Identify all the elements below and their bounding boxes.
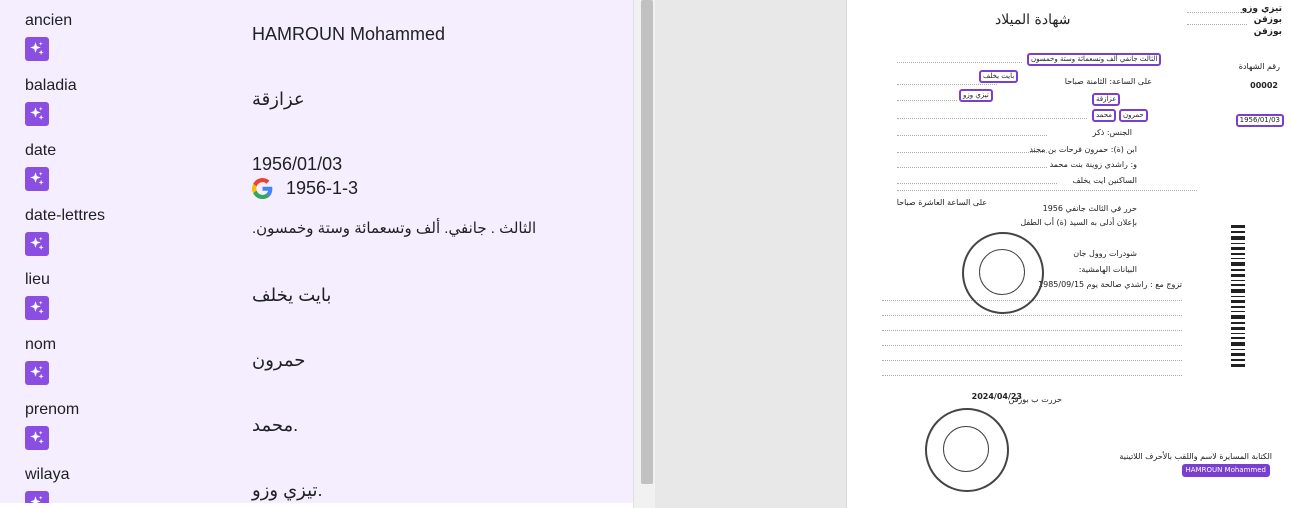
sparkle-button[interactable] (25, 296, 49, 320)
doc-sexe: الجنس: ذكر (1092, 128, 1132, 137)
doc-highlight-baladia: عزازقة (1092, 93, 1121, 106)
field-row-nom: nom حمرون (0, 328, 633, 392)
doc-residence: الساكنين ايت يخلف (1072, 176, 1137, 185)
field-value: 1956/01/03 (252, 154, 343, 174)
doc-highlight-nom: حمرون (1119, 109, 1148, 122)
doc-dots (897, 152, 1047, 153)
sparkle-icon (30, 430, 44, 444)
doc-dots (897, 118, 1087, 119)
doc-marriage: تزوج مع : راشدي صالحة يوم 1985/09/15 (1038, 280, 1182, 289)
field-label: ancien (25, 12, 73, 29)
google-suggestion[interactable]: 1956-1-3 (252, 178, 358, 199)
doc-dots (897, 100, 957, 101)
field-label: nom (25, 336, 57, 353)
sparkle-button[interactable] (25, 167, 49, 191)
doc-recorded-time: على الساعة العاشرة صباحا (896, 198, 987, 207)
field-value: بايت يخلف (252, 285, 332, 305)
doc-dots (897, 84, 997, 85)
sparkle-button[interactable] (25, 102, 49, 126)
doc-baladia-line: بوزقن (1253, 27, 1282, 37)
field-value: الثالث . جانفي. ألف وتسعمائة وستة وخمسون… (252, 220, 537, 237)
doc-dots (897, 167, 1047, 168)
panel-bottom-edge (0, 503, 633, 508)
field-label: wilaya (25, 466, 70, 483)
doc-dots (1187, 24, 1247, 25)
doc-dots (897, 190, 1197, 191)
doc-highlight-lieu: بايت يخلف (979, 70, 1019, 83)
doc-daira-line: بوزقن (1253, 15, 1282, 25)
field-label: date (25, 142, 57, 159)
doc-officer: شودرات روول جان (1073, 249, 1137, 258)
doc-mother: و: راشدي زوينة بنت محمد (1049, 160, 1137, 169)
field-label: lieu (25, 271, 50, 288)
field-row-date: date 1956/01/03 1956-1-3 (0, 134, 633, 199)
doc-latin-label: الكتابة المسايرة لاسم واللقب بالأحرف الل… (1119, 452, 1272, 461)
google-date-value: 1956-1-3 (286, 178, 359, 198)
doc-wilaya-line: تيزي وزو (1241, 4, 1282, 14)
sparkle-button[interactable] (25, 426, 49, 450)
official-stamp-inner (979, 249, 1025, 295)
doc-cert-label: رقم الشهادة (1238, 62, 1280, 71)
scrollbar-thumb[interactable] (641, 0, 653, 484)
field-value: تيزي وزو. (252, 480, 323, 500)
sparkle-button[interactable] (25, 361, 49, 385)
sparkle-icon (30, 106, 44, 120)
sparkle-icon (30, 41, 44, 55)
sparkle-button[interactable] (25, 232, 49, 256)
sparkle-icon (30, 236, 44, 250)
doc-title: شهادة الميلاد (995, 12, 1071, 28)
sparkle-icon (30, 171, 44, 185)
field-label: baladia (25, 77, 77, 94)
field-row-date-lettres: date-lettres الثالث . جانفي. ألف وتسعمائ… (0, 199, 633, 263)
doc-declarant: بإعلان أدلى به السيد (ة) أب الطفل (1020, 218, 1137, 227)
doc-cert-number: 00002 (1250, 81, 1278, 90)
doc-dots (882, 375, 1182, 376)
doc-dots (897, 62, 1022, 63)
field-value: عزازقة (252, 89, 305, 109)
field-row-lieu: lieu بايت يخلف (0, 263, 633, 327)
doc-dots (882, 315, 1182, 316)
sparkle-icon (30, 300, 44, 314)
field-row-prenom: prenom محمد. (0, 393, 633, 457)
doc-dots (897, 183, 1057, 184)
doc-highlight-date-margin: 1956/01/03 (1235, 114, 1284, 127)
sparkle-button[interactable] (25, 37, 49, 61)
field-label: prenom (25, 401, 80, 418)
barcode-icon (1231, 225, 1245, 367)
doc-dots (1187, 12, 1247, 13)
doc-time-line: على الساعة: الثامنة صباحا (1064, 77, 1152, 86)
field-row-ancien: ancien HAMROUN Mohammed (0, 4, 633, 68)
google-logo-icon (252, 178, 273, 199)
doc-dots (882, 345, 1182, 346)
field-label: date-lettres (25, 207, 106, 224)
field-value: حمرون (252, 350, 306, 370)
doc-dots (882, 360, 1182, 361)
doc-dots (897, 135, 1047, 136)
doc-dots (882, 330, 1182, 331)
field-value: HAMROUN Mohammed (252, 24, 446, 44)
doc-recorded: حرر في الثالث جانفي 1956 (1042, 204, 1137, 213)
field-row-wilaya: wilaya تيزي وزو. (0, 458, 633, 508)
doc-highlight-prenom: محمد (1092, 109, 1116, 122)
doc-highlight-date-words: الثالث جانفي ألف وتسعمائة وستة وخمسون (1027, 53, 1162, 66)
doc-highlight-wilaya: تيزي وزو (959, 89, 993, 102)
sparkle-icon (30, 365, 44, 379)
doc-issued-date: 2024/04/23 (971, 392, 1022, 401)
field-value: محمد. (252, 415, 299, 435)
document-page: تيزي وزو بوزقن بوزقن شهادة الميلاد رقم ا… (846, 0, 1291, 508)
doc-highlight-latin-name: HAMROUN Mohammed (1181, 464, 1270, 477)
fields-panel: ancien HAMROUN Mohammed baladia عزازقة d… (0, 0, 633, 508)
doc-marginal: البيانات الهامشية: (1078, 265, 1137, 274)
official-stamp-bottom-inner (943, 426, 989, 472)
field-row-baladia: baladia عزازقة (0, 69, 633, 133)
